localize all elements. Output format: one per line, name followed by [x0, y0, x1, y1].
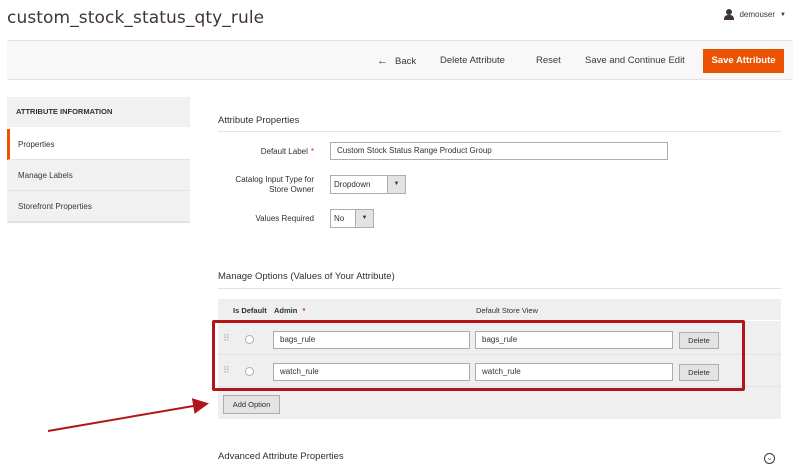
sidebar-item-storefront-properties[interactable]: Storefront Properties — [7, 191, 190, 222]
option-row: ⠿ bags_rule bags_rule Delete — [218, 324, 781, 355]
input-type-label-line2: Store Owner — [269, 185, 314, 194]
back-label: Back — [395, 56, 417, 67]
required-star: * — [310, 147, 314, 156]
sidebar: ATTRIBUTE INFORMATION Properties Manage … — [7, 97, 190, 223]
col-is-default: Is Default — [233, 306, 267, 315]
default-label-text: Default Label — [260, 147, 308, 156]
values-required-value: No — [334, 214, 345, 223]
drag-handle-icon[interactable]: ⠿ — [223, 334, 230, 343]
arrow-left-icon: ← — [377, 55, 388, 67]
user-icon — [724, 9, 735, 20]
advanced-properties-heading: Advanced Attribute Properties — [218, 451, 344, 462]
col-admin-label: Admin — [274, 306, 298, 315]
delete-attribute-button[interactable]: Delete Attribute — [440, 49, 505, 73]
col-default-store-view: Default Store View — [476, 306, 538, 315]
save-and-continue-button[interactable]: Save and Continue Edit — [585, 49, 685, 73]
required-star: * — [302, 306, 306, 315]
user-name: demouser — [739, 10, 776, 19]
values-required-label: Values Required — [255, 214, 314, 223]
chevron-down-icon: ▼ — [387, 176, 405, 193]
values-required-select[interactable]: No ▼ — [330, 209, 374, 228]
input-type-value: Dropdown — [334, 180, 371, 189]
options-grid: Is Default Admin * Default Store View ⠿ … — [218, 299, 781, 419]
input-type-label: Catalog Input Type for Store Owner — [218, 175, 314, 195]
option-row: ⠿ watch_rule watch_rule Delete — [218, 356, 781, 387]
manage-options-heading: Manage Options (Values of Your Attribute… — [218, 271, 395, 282]
sidebar-item-manage-labels[interactable]: Manage Labels — [7, 160, 190, 191]
chevron-down-icon[interactable]: ⌄ — [764, 453, 775, 464]
chevron-down-icon: ▼ — [355, 210, 373, 227]
sidebar-title: ATTRIBUTE INFORMATION — [7, 97, 190, 129]
is-default-radio[interactable] — [245, 367, 254, 376]
drag-handle-icon[interactable]: ⠿ — [223, 366, 230, 375]
input-type-label-line1: Catalog Input Type for — [235, 175, 314, 184]
attribute-properties-heading: Attribute Properties — [218, 115, 300, 126]
divider — [218, 288, 781, 289]
add-option-button[interactable]: Add Option — [223, 395, 280, 414]
page-title: custom_stock_status_qty_rule — [7, 8, 265, 28]
divider — [218, 131, 781, 132]
col-admin: Admin * — [274, 306, 305, 315]
page-actions-bar: ← Back Delete Attribute Reset Save and Co… — [7, 40, 793, 80]
save-attribute-button[interactable]: Save Attribute — [703, 49, 784, 73]
reset-button[interactable]: Reset — [536, 49, 561, 73]
delete-option-button[interactable]: Delete — [679, 332, 719, 349]
admin-value-input[interactable]: bags_rule — [273, 331, 470, 349]
default-label-label: Default Label * — [230, 147, 314, 157]
back-button[interactable]: ← Back — [377, 49, 416, 73]
sidebar-item-properties[interactable]: Properties — [7, 129, 190, 160]
is-default-radio[interactable] — [245, 335, 254, 344]
store-view-value-input[interactable]: bags_rule — [475, 331, 673, 349]
chevron-down-icon: ▼ — [780, 11, 786, 18]
options-grid-header: Is Default Admin * Default Store View — [218, 299, 781, 321]
delete-option-button[interactable]: Delete — [679, 364, 719, 381]
admin-value-input[interactable]: watch_rule — [273, 363, 470, 381]
default-label-input[interactable]: Custom Stock Status Range Product Group — [330, 142, 668, 160]
store-view-value-input[interactable]: watch_rule — [475, 363, 673, 381]
user-menu[interactable]: demouser ▼ — [724, 9, 786, 20]
input-type-select[interactable]: Dropdown ▼ — [330, 175, 406, 194]
